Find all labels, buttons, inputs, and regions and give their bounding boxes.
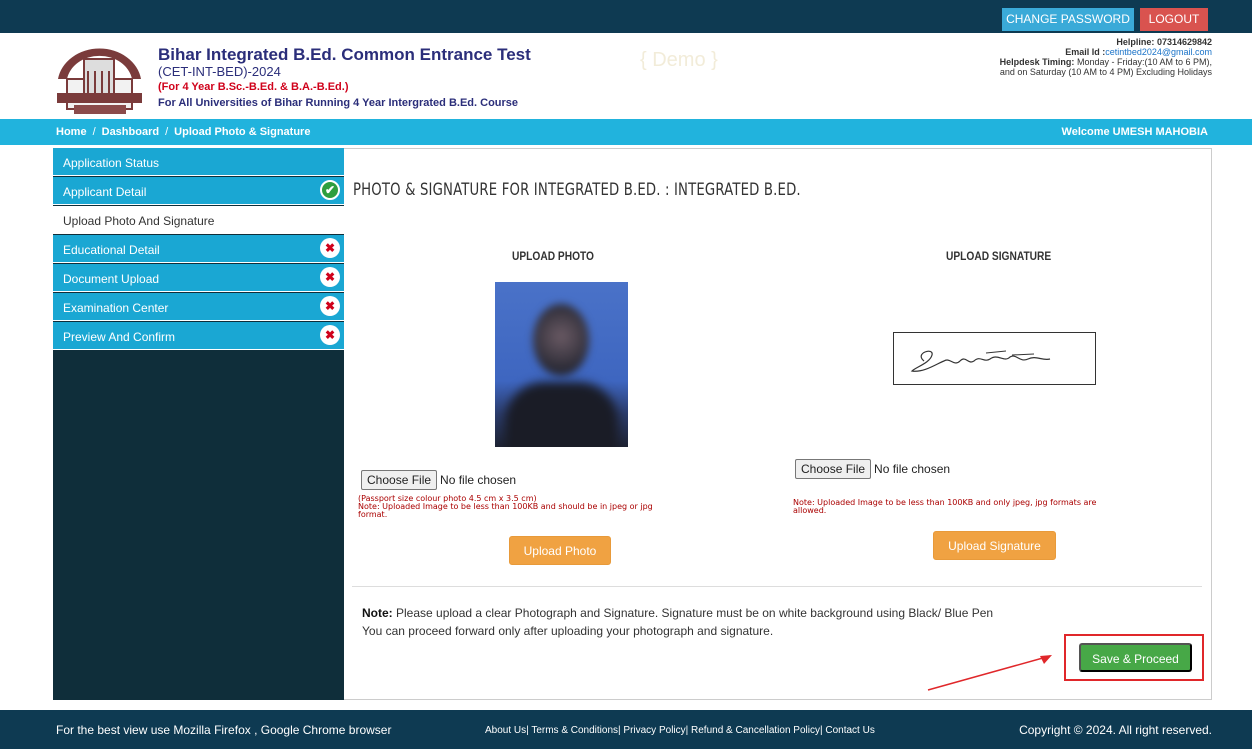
signature-note: Note: Uploaded Image to be less than 100… (793, 498, 1097, 515)
upload-photo-heading: UPLOAD PHOTO (512, 249, 594, 263)
signature-file-status: No file chosen (874, 462, 951, 476)
universities-info: For All Universities of Bihar Running 4 … (158, 97, 519, 109)
breadcrumb: Home / Dashboard / Upload Photo & Signature (56, 126, 311, 138)
logout-button[interactable]: LOGOUT (1140, 8, 1208, 31)
divider (352, 586, 1202, 587)
choose-photo-file-button[interactable]: Choose File (361, 470, 438, 490)
browser-recommendation: For the best view use Mozilla Firefox , … (56, 723, 392, 737)
save-proceed-button[interactable]: Save & Proceed (1079, 643, 1192, 672)
cross-icon: ✖ (320, 267, 340, 287)
exam-code: (CET-INT-BED)-2024 (158, 64, 281, 79)
cross-icon: ✖ (320, 325, 340, 345)
breadcrumb-bar: Home / Dashboard / Upload Photo & Signature … (0, 119, 1252, 145)
sidebar-item-application-status[interactable]: Application Status (53, 148, 344, 176)
copyright: Copyright © 2024. All right reserved. (1019, 723, 1212, 737)
site-header: Bihar Integrated B.Ed. Common Entrance T… (0, 33, 1252, 117)
arrow-annotation-icon (927, 655, 1052, 691)
photo-note: (Passport size colour photo 4.5 cm x 3.5… (358, 494, 653, 519)
breadcrumb-dashboard[interactable]: Dashboard (102, 126, 159, 138)
sidebar-item-applicant-detail[interactable]: Applicant Detail ✔ (53, 177, 344, 205)
university-seal-icon (57, 48, 142, 114)
upload-signature-button[interactable]: Upload Signature (933, 531, 1056, 560)
site-title: Bihar Integrated B.Ed. Common Entrance T… (158, 45, 531, 64)
photo-file-status: No file chosen (440, 473, 517, 487)
helpdesk-email-link[interactable]: cetintbed2024@gmail.com (1105, 47, 1212, 57)
upload-photo-button[interactable]: Upload Photo (509, 536, 611, 565)
instructions-note: Note: Please upload a clear Photograph a… (362, 606, 994, 638)
course-info: (For 4 Year B.Sc.-B.Ed. & B.A.-B.Ed.) (158, 81, 349, 93)
sidebar-item-preview-confirm[interactable]: Preview And Confirm ✖ (53, 322, 344, 350)
helpdesk-info: Helpline: 07314629842 Email Id :cetintbe… (999, 37, 1212, 77)
breadcrumb-current: Upload Photo & Signature (174, 126, 311, 138)
sidebar-item-educational-detail[interactable]: Educational Detail ✖ (53, 235, 344, 263)
page-title: PHOTO & SIGNATURE FOR INTEGRATED B.ED. :… (353, 180, 801, 200)
choose-signature-file-button[interactable]: Choose File (795, 459, 872, 479)
sidebar-item-upload-photo[interactable]: Upload Photo And Signature (53, 206, 344, 234)
signature-preview (893, 332, 1096, 385)
check-icon: ✔ (320, 180, 340, 200)
photo-preview (495, 282, 628, 447)
breadcrumb-home[interactable]: Home (56, 126, 87, 138)
sidebar-item-examination-center[interactable]: Examination Center ✖ (53, 293, 344, 321)
signature-file-input[interactable]: Choose File No file chosen (795, 459, 950, 479)
footer-links[interactable]: About Us| Terms & Conditions| Privacy Po… (485, 725, 875, 736)
sidebar-item-document-upload[interactable]: Document Upload ✖ (53, 264, 344, 292)
upload-signature-heading: UPLOAD SIGNATURE (946, 249, 1052, 263)
welcome-user: Welcome UMESH MAHOBIA (1061, 126, 1208, 138)
sidebar: Application Status Applicant Detail ✔ Upl… (53, 148, 344, 700)
cross-icon: ✖ (320, 238, 340, 258)
photo-file-input[interactable]: Choose File No file chosen (361, 470, 516, 490)
site-footer: For the best view use Mozilla Firefox , … (0, 710, 1252, 749)
cross-icon: ✖ (320, 296, 340, 316)
change-password-button[interactable]: CHANGE PASSWORD (1002, 8, 1134, 31)
demo-watermark: { Demo } (640, 49, 718, 71)
top-bar: CHANGE PASSWORD LOGOUT (0, 0, 1252, 33)
